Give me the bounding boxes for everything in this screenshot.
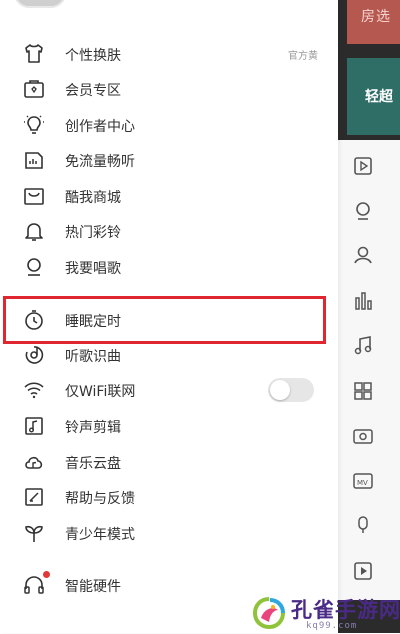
menu-label: 帮助与反馈 — [65, 491, 135, 507]
watermark: 孔雀手游网 kq99.com — [242, 594, 400, 633]
mv-icon[interactable]: MV — [352, 470, 374, 492]
music-recognize-icon — [22, 343, 46, 367]
menu-label: 创作者中心 — [65, 119, 135, 135]
menu-label: 个性换肤 — [65, 48, 121, 64]
video-square-icon[interactable] — [352, 560, 374, 582]
grid-icon[interactable] — [352, 380, 374, 402]
sprout-icon — [22, 521, 46, 545]
menu-item-skin[interactable]: 个性换肤 官方黄 — [0, 36, 338, 72]
feedback-icon — [22, 485, 46, 509]
menu-label: 仅WiFi联网 — [65, 384, 136, 400]
background-banner-top-text: 房选 — [361, 9, 391, 25]
menu-item-shop[interactable]: 酷我商城 — [0, 178, 338, 214]
bars-icon[interactable] — [352, 290, 374, 312]
vip-card-icon — [22, 77, 46, 101]
menu-label: 听歌识曲 — [65, 349, 121, 365]
menu-label: 铃声剪辑 — [65, 420, 121, 436]
menu-label: 热门彩铃 — [65, 225, 121, 241]
menu-label: 音乐云盘 — [65, 456, 121, 472]
shop-icon — [22, 184, 46, 208]
headphones-icon — [22, 573, 46, 597]
music-note-icon[interactable] — [352, 334, 374, 356]
watermark-title: 孔雀手游网 — [291, 598, 400, 622]
menu-item-ringback[interactable]: 热门彩铃 — [0, 213, 338, 249]
lightbulb-icon — [22, 113, 46, 137]
menu-item-cloud-disk[interactable]: 音乐云盘 — [0, 444, 338, 480]
menu-label: 智能硬件 — [65, 579, 121, 595]
radio-icon[interactable] — [352, 424, 374, 446]
menu-label: 免流量畅听 — [65, 154, 135, 170]
wifi-icon — [22, 378, 46, 402]
cloud-icon — [22, 450, 46, 474]
menu-label: 我要唱歌 — [65, 261, 121, 277]
background-banner-teal[interactable]: 轻超 — [347, 58, 400, 135]
toggle-knob — [270, 380, 290, 400]
mic-outline-icon[interactable] — [352, 200, 374, 222]
background-banner-top[interactable]: 房选 — [347, 0, 400, 44]
menu-item-ringtone-edit[interactable]: 铃声剪辑 — [0, 408, 338, 444]
ringtone-edit-icon — [22, 414, 46, 438]
sim-card-icon — [22, 148, 46, 172]
menu-item-data-free[interactable]: 免流量畅听 — [0, 142, 338, 178]
bell-icon — [22, 219, 46, 243]
menu-item-creator[interactable]: 创作者中心 — [0, 107, 338, 143]
avatar[interactable] — [14, 0, 66, 8]
microphone-icon — [22, 255, 46, 279]
svg-text:MV: MV — [357, 479, 368, 487]
mic-small-icon[interactable] — [352, 514, 374, 536]
user-outline-icon[interactable] — [352, 244, 374, 266]
play-square-icon[interactable] — [352, 155, 374, 177]
menu-item-sing[interactable]: 我要唱歌 — [0, 249, 338, 285]
current-skin-value: 官方黄 — [288, 51, 318, 62]
background-banner-teal-text: 轻超 — [365, 89, 393, 105]
menu-item-song-recognition[interactable]: 听歌识曲 — [0, 337, 338, 373]
menu-item-vip[interactable]: 会员专区 — [0, 71, 338, 107]
menu-item-help-feedback[interactable]: 帮助与反馈 — [0, 479, 338, 515]
shirt-icon — [22, 42, 46, 66]
menu-item-teen-mode[interactable]: 青少年模式 — [0, 515, 338, 551]
menu-label: 青少年模式 — [65, 527, 135, 543]
notification-dot — [43, 571, 50, 578]
side-drawer: 个性换肤 官方黄 会员专区 创作者中心 免流量畅听 酷我商城 热门彩铃 我要唱歌… — [0, 0, 338, 633]
watermark-url: kq99.com — [306, 621, 358, 631]
peacock-logo-icon — [252, 596, 286, 630]
menu-label: 会员专区 — [65, 83, 121, 99]
wifi-only-toggle[interactable] — [268, 378, 314, 402]
menu-label: 酷我商城 — [65, 190, 121, 206]
